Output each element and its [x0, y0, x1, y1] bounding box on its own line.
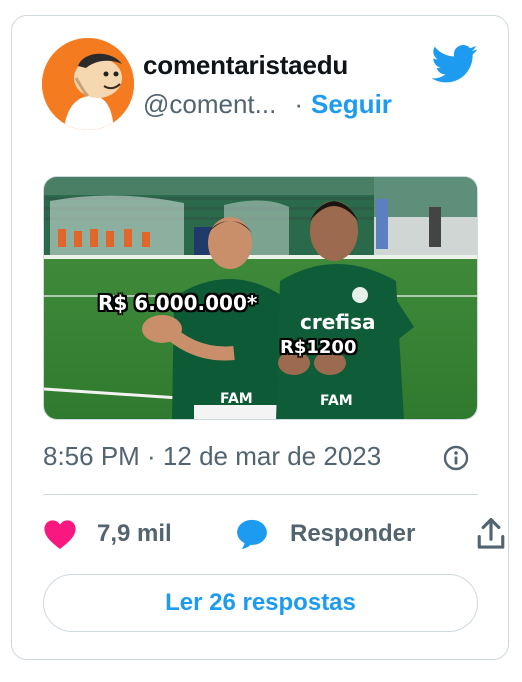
svg-text:FAM: FAM	[220, 391, 253, 407]
divider	[43, 494, 478, 495]
speech-bubble-icon	[237, 519, 267, 549]
avatar[interactable]	[42, 38, 134, 130]
meme-caption-top: R$ 6.000.000*	[98, 291, 258, 315]
tweet-card: comentaristaedu @coment... · Seguir FAM …	[11, 15, 509, 660]
heart-icon	[44, 520, 76, 550]
handle-row: @coment... · Seguir	[143, 89, 392, 120]
display-name[interactable]: comentaristaedu	[143, 50, 348, 81]
avatar-cartoon-icon	[42, 38, 134, 130]
like-button[interactable]: 7,9 mil	[43, 514, 172, 554]
meme-caption-bottom: R$1200	[280, 337, 357, 358]
tweet-timestamp[interactable]: 8:56 PM · 12 de mar de 2023	[43, 441, 381, 472]
info-circle-icon[interactable]	[442, 444, 470, 472]
read-replies-button[interactable]: Ler 26 respostas	[43, 574, 478, 632]
twitter-bird-icon[interactable]	[431, 44, 478, 84]
svg-text:crefisa: crefisa	[300, 310, 376, 334]
reply-label: Responder	[290, 520, 416, 547]
share-button[interactable]	[475, 514, 509, 554]
share-upload-icon	[477, 518, 505, 549]
tweet-media-image[interactable]: FAM crefisa FAM R$ 6.000.000* R$1200	[43, 176, 478, 420]
separator-dot: ·	[294, 89, 303, 119]
user-handle[interactable]: @coment...	[143, 89, 276, 120]
reply-button[interactable]: Responder	[234, 514, 415, 554]
svg-text:FAM: FAM	[320, 393, 353, 409]
follow-button[interactable]: Seguir	[311, 89, 392, 120]
likes-count: 7,9 mil	[97, 520, 172, 547]
